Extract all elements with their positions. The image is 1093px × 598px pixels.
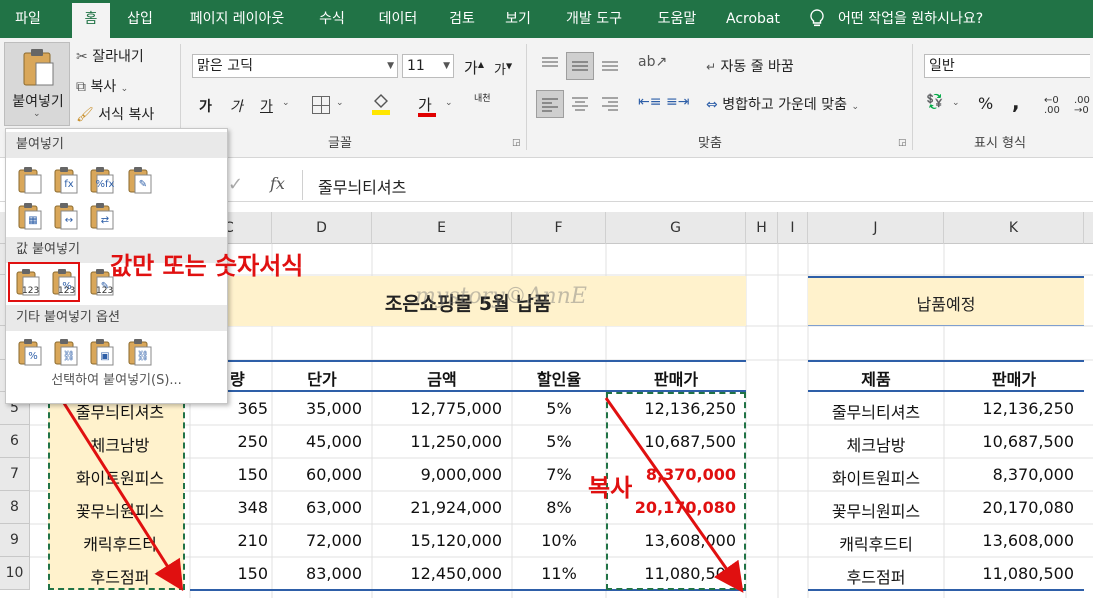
paste-keep-column-width-icon[interactable]: ↔ <box>52 202 80 232</box>
paste-no-borders-icon[interactable]: ▦ <box>16 202 44 232</box>
svg-text:fx: fx <box>64 179 74 190</box>
values-highlight-box <box>8 262 80 302</box>
copy-callout: 복사 <box>588 474 633 502</box>
arrow-names <box>60 399 184 592</box>
values-badge: 123 <box>96 286 114 296</box>
svg-text:⇄: ⇄ <box>101 215 109 226</box>
svg-text:⛓: ⛓ <box>63 350 76 362</box>
svg-text:✎: ✎ <box>139 179 147 190</box>
paste-formatting-icon[interactable]: % <box>16 338 44 368</box>
other-paste-section-header: 기타 붙여넣기 옵션 <box>6 305 227 331</box>
values-callout: 값만 또는 숫자서식 <box>110 252 304 280</box>
svg-text:▦: ▦ <box>28 215 37 226</box>
svg-text:⛓: ⛓ <box>137 350 150 362</box>
paste-transpose-icon[interactable]: ⇄ <box>88 202 116 232</box>
paste-icon[interactable] <box>16 166 44 196</box>
svg-text:↔: ↔ <box>65 215 73 226</box>
svg-text:%: % <box>28 351 38 362</box>
paste-keep-source-format-icon[interactable]: ✎ <box>126 166 154 196</box>
paste-link-icon[interactable]: ⛓ <box>52 338 80 368</box>
paste-linked-picture-icon[interactable]: ⛓ <box>126 338 154 368</box>
svg-text:%fx: %fx <box>96 179 115 190</box>
paste-formulas-number-format-icon[interactable]: %fx <box>88 166 116 196</box>
paste-special-item[interactable]: 선택하여 붙여넣기(S)... <box>6 369 227 388</box>
paste-section-header: 붙여넣기 <box>6 132 227 158</box>
paste-picture-icon[interactable]: ▣ <box>88 338 116 368</box>
svg-text:▣: ▣ <box>100 351 109 362</box>
paste-formulas-icon[interactable]: fx <box>52 166 80 196</box>
